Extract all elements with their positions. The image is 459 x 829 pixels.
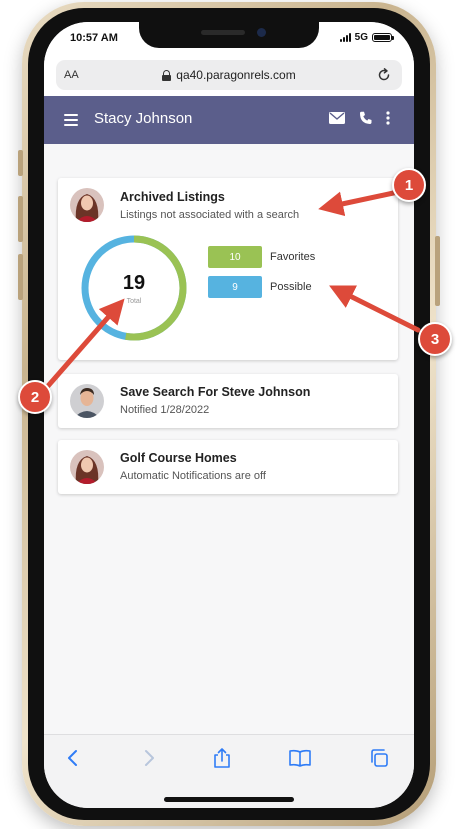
donut-total-value: 19	[122, 272, 146, 294]
url-text: qa40.paragonrels.com	[176, 68, 296, 82]
forward-icon[interactable]	[136, 747, 160, 769]
content-area: Archived Listings Listings not associate…	[44, 144, 414, 734]
donut-total-label: Total	[126, 298, 142, 305]
callout-badge-3: 3	[418, 322, 452, 356]
card-subtitle: Listings not associated with a search	[120, 209, 300, 221]
legend-favorites[interactable]: 10 Favorites	[208, 246, 315, 268]
callout-badge-2: 2	[18, 380, 52, 414]
app-bar-actions	[329, 111, 390, 125]
mail-icon[interactable]	[329, 112, 345, 124]
card-title: Golf Course Homes	[120, 451, 237, 465]
avatar	[70, 188, 104, 222]
browser-bar: AA qa40.paragonrels.com	[44, 56, 414, 96]
side-button-volume-down	[18, 254, 23, 300]
side-button-power	[435, 236, 440, 306]
saved-search-card[interactable]: Save Search For Steve Johnson Notified 1…	[58, 374, 398, 428]
home-indicator[interactable]	[164, 797, 294, 802]
archived-listings-card[interactable]: Archived Listings Listings not associate…	[58, 178, 398, 360]
phone-screen: 10:57 AM 5G AA qa40.paragonrels.com Stac…	[44, 22, 414, 808]
possible-count-badge[interactable]: 9	[208, 276, 262, 298]
possible-label: Possible	[270, 281, 312, 293]
url-display[interactable]: qa40.paragonrels.com	[56, 68, 402, 82]
bookmarks-icon[interactable]	[288, 747, 312, 769]
favorites-count-badge[interactable]: 10	[208, 246, 262, 268]
browser-toolbar	[44, 734, 414, 808]
signal-icon	[339, 33, 351, 42]
golf-course-homes-card[interactable]: Golf Course Homes Automatic Notification…	[58, 440, 398, 494]
speaker-grille	[201, 30, 245, 35]
back-icon[interactable]	[62, 747, 86, 769]
address-bar[interactable]: AA qa40.paragonrels.com	[56, 60, 402, 90]
network-label: 5G	[354, 32, 368, 43]
card-subtitle: Notified 1/28/2022	[120, 404, 210, 416]
menu-icon[interactable]	[64, 114, 78, 126]
lock-icon	[162, 69, 172, 81]
status-indicators: 5G	[339, 32, 394, 43]
favorites-label: Favorites	[270, 251, 316, 263]
battery-icon	[372, 33, 394, 42]
status-time: 10:57 AM	[70, 32, 118, 44]
reload-icon[interactable]	[376, 67, 392, 83]
card-title: Save Search For Steve Johnson	[120, 385, 311, 399]
phone-icon[interactable]	[359, 111, 372, 125]
callout-badge-1: 1	[392, 168, 426, 202]
app-bar: Stacy Johnson	[44, 96, 414, 144]
share-icon[interactable]	[210, 747, 234, 769]
side-button-volume-up	[18, 196, 23, 242]
tabs-icon[interactable]	[368, 747, 392, 769]
avatar	[70, 450, 104, 484]
legend-possible[interactable]: 9 Possible	[208, 276, 312, 298]
card-subtitle: Automatic Notifications are off	[120, 470, 266, 482]
user-name: Stacy Johnson	[94, 110, 193, 127]
notch	[139, 22, 319, 48]
total-donut-chart[interactable]: 19 Total	[78, 232, 190, 344]
front-camera	[257, 28, 266, 37]
avatar	[70, 384, 104, 418]
card-title: Archived Listings	[120, 190, 225, 204]
more-vertical-icon[interactable]	[386, 111, 390, 125]
side-button-silent	[18, 150, 23, 176]
